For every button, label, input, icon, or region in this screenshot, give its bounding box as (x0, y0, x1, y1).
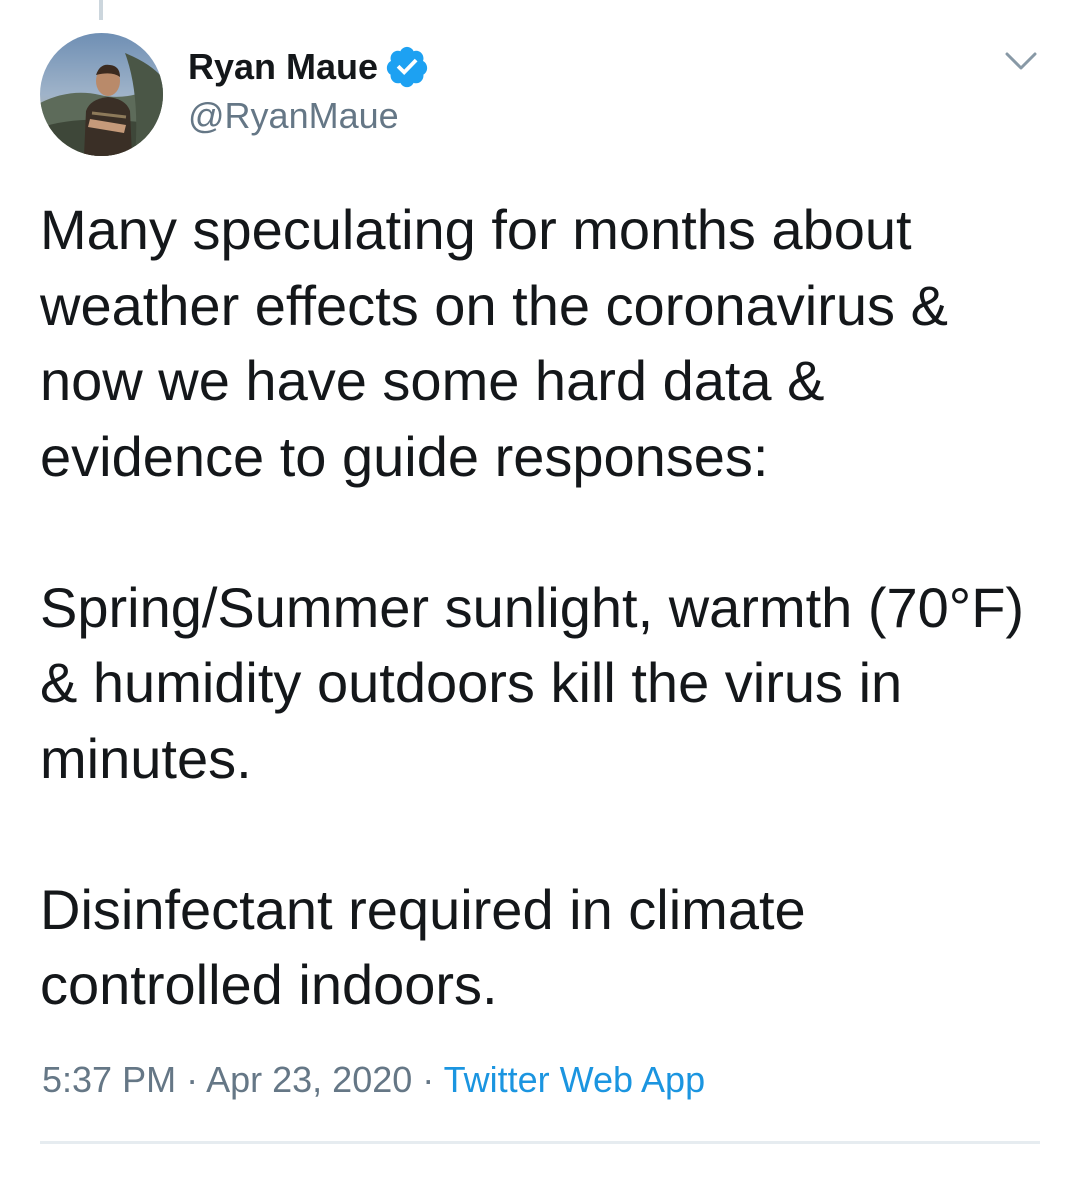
meta-separator: · (186, 1059, 199, 1100)
meta-separator: · (422, 1059, 435, 1100)
tweet-paragraph: Disinfectant required in climate control… (40, 877, 806, 1017)
profile-photo-icon (40, 33, 163, 156)
author-display-name[interactable]: Ryan Maue (188, 44, 430, 90)
tweet-date[interactable]: Apr 23, 2020 (206, 1059, 412, 1100)
tweet-source-link[interactable]: Twitter Web App (444, 1059, 705, 1100)
avatar[interactable] (40, 33, 163, 156)
chevron-down-icon[interactable] (1002, 46, 1040, 76)
tweet-paragraph: Many speculating for months about weathe… (40, 198, 948, 488)
display-name-text: Ryan Maue (188, 46, 379, 87)
thread-connector-line (99, 0, 103, 20)
author-handle[interactable]: @RyanMaue (188, 94, 399, 138)
divider (40, 1141, 1040, 1144)
tweet-text: Many speculating for months about weathe… (40, 192, 1050, 1023)
verified-badge-icon (384, 44, 430, 90)
tweet-paragraph: Spring/Summer sunlight, warmth (70°F) & … (40, 575, 1025, 790)
tweet-metadata: 5:37 PM · Apr 23, 2020 · Twitter Web App (42, 1058, 705, 1102)
tweet-time[interactable]: 5:37 PM (42, 1059, 176, 1100)
